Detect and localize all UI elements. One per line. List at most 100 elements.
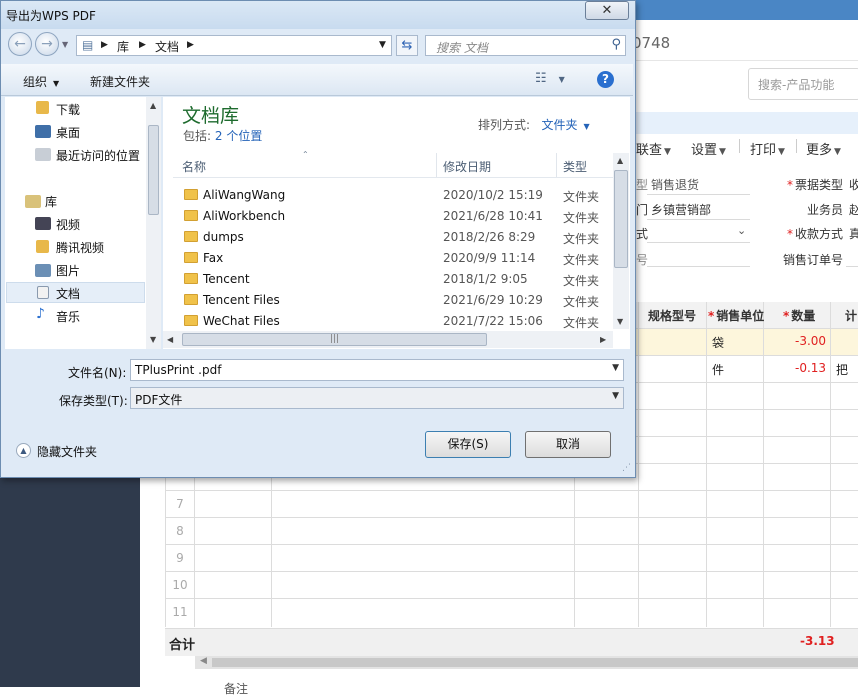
menu-settings[interactable]: 设置 ▼ xyxy=(691,139,726,158)
dialog-search-input[interactable]: 搜索 文档 ⚲ xyxy=(425,35,626,56)
file-row[interactable]: Fax 2020/9/9 11:14 文件夹 xyxy=(180,248,616,269)
column-separator[interactable] xyxy=(436,153,437,177)
nav-item-videos[interactable]: 视频 xyxy=(56,216,80,233)
folder-icon xyxy=(184,273,198,284)
nav-item-recent[interactable]: 最近访问的位置 xyxy=(56,147,140,164)
salesman-label: 业务员 xyxy=(807,203,844,217)
hide-folders-button[interactable]: 隐藏文件夹 xyxy=(37,443,97,460)
library-locations-link[interactable]: 2 个位置 xyxy=(215,129,262,143)
nav-item-documents[interactable]: 文档 xyxy=(56,285,80,302)
folder-icon xyxy=(184,252,198,263)
close-button[interactable]: ✕ xyxy=(585,1,629,20)
grid-cell-unit[interactable]: 件 xyxy=(712,361,724,378)
row-number: 11 xyxy=(172,605,188,619)
filetype-select[interactable]: PDF文件 ▼ xyxy=(130,387,624,409)
dialog-search-placeholder: 搜索 文档 xyxy=(436,41,488,55)
file-row[interactable]: Tencent 2018/1/2 9:05 文件夹 xyxy=(180,269,616,290)
organize-button[interactable]: 组织 ▼ xyxy=(23,73,59,90)
column-date[interactable]: 修改日期 xyxy=(443,158,491,175)
ticket-type-value[interactable]: 收 xyxy=(849,176,858,193)
file-date: 2018/2/26 8:29 xyxy=(443,230,536,244)
breadcrumb-item-library[interactable]: 库 xyxy=(117,38,129,55)
grid-cell-qty[interactable]: -0.13 xyxy=(795,361,826,375)
nav-scroll-thumb[interactable] xyxy=(148,125,159,215)
dept-value[interactable]: 乡镇营销部 xyxy=(651,201,711,218)
file-row[interactable]: WeChat Files 2021/7/22 15:06 文件夹 xyxy=(180,311,616,332)
voucher-type-value[interactable]: 销售退货 xyxy=(651,176,699,193)
menu-lookup[interactable]: 联查 ▼ xyxy=(636,139,671,158)
nav-item-music[interactable]: 音乐 xyxy=(56,308,80,325)
file-date: 2021/6/29 10:29 xyxy=(443,293,543,307)
file-type: 文件夹 xyxy=(563,316,600,330)
grid-scroll-thumb[interactable] xyxy=(212,658,858,667)
nav-item-pictures[interactable]: 图片 xyxy=(56,262,80,279)
column-type[interactable]: 类型 xyxy=(563,158,587,175)
col-header-qty[interactable]: * 数量 xyxy=(783,307,815,324)
grid-line xyxy=(165,490,858,491)
nav-header-libraries[interactable]: 库 xyxy=(45,193,57,210)
grid-cell-extra[interactable]: 把 xyxy=(836,361,848,378)
column-separator[interactable] xyxy=(556,153,557,177)
filename-input[interactable]: TPlusPrint .pdf ▼ xyxy=(130,359,624,381)
scroll-up-icon[interactable]: ▲ xyxy=(150,101,156,110)
third-field-label: 式 xyxy=(636,227,649,241)
column-name[interactable]: 名称 xyxy=(182,158,206,175)
scroll-up-icon[interactable]: ▲ xyxy=(617,156,623,165)
library-includes: 包括: 2 个位置 xyxy=(183,127,262,144)
col-header-extra[interactable]: 计 xyxy=(845,307,857,324)
back-button[interactable]: ← xyxy=(8,32,32,56)
file-date: 2020/9/9 11:14 xyxy=(443,251,536,265)
nav-item-downloads[interactable]: 下载 xyxy=(56,101,80,118)
help-icon[interactable]: ? xyxy=(597,71,614,88)
nav-item-desktop[interactable]: 桌面 xyxy=(56,124,80,141)
col-header-spec[interactable]: 规格型号 xyxy=(648,307,696,324)
resize-grip-icon[interactable]: ⋰ xyxy=(622,463,631,473)
payment-method-value[interactable]: 真 xyxy=(849,225,858,242)
new-folder-button[interactable]: 新建文件夹 xyxy=(90,73,150,90)
file-type: 文件夹 xyxy=(563,211,600,225)
breadcrumb-item-documents[interactable]: 文档 xyxy=(155,38,179,55)
breadcrumb-separator-icon[interactable]: ▶ xyxy=(101,40,108,50)
chevron-down-icon[interactable]: ▼ xyxy=(612,363,619,373)
file-type: 文件夹 xyxy=(563,190,600,204)
folder-icon xyxy=(184,315,198,326)
file-row[interactable]: AliWorkbench 2021/6/28 10:41 文件夹 xyxy=(180,206,616,227)
nav-item-tencent-video[interactable]: 腾讯视频 xyxy=(56,239,104,256)
scroll-left-icon[interactable]: ◀ xyxy=(200,656,207,666)
chevron-down-icon[interactable]: ▼ xyxy=(612,391,619,401)
grid-cell-unit[interactable]: 袋 xyxy=(712,334,724,351)
chevron-down-icon[interactable]: ⌄ xyxy=(737,224,746,237)
scroll-down-icon[interactable]: ▼ xyxy=(150,335,156,344)
arrange-by-dropdown[interactable]: 文件夹 xyxy=(542,118,578,132)
breadcrumb-separator-icon[interactable]: ▶ xyxy=(187,40,194,50)
salesman-value[interactable]: 赵 xyxy=(849,201,858,218)
chevron-up-icon[interactable]: ▲ xyxy=(16,443,31,458)
filename-label: 文件名(N): xyxy=(68,366,127,380)
save-button[interactable]: 保存(S) xyxy=(425,431,511,458)
view-options-button[interactable]: ☷ ▼ xyxy=(535,71,565,86)
col-header-unit[interactable]: * 销售单位 xyxy=(708,307,764,324)
file-row[interactable]: AliWangWang 2020/10/2 15:19 文件夹 xyxy=(180,185,616,206)
chevron-down-icon: ▼ xyxy=(719,147,726,157)
file-row[interactable]: dumps 2018/2/26 8:29 文件夹 xyxy=(180,227,616,248)
scroll-left-icon[interactable]: ◀ xyxy=(167,335,173,344)
recent-pages-chevron-icon[interactable]: ▼ xyxy=(62,40,68,49)
breadcrumb[interactable]: ▤ ▶ 库 ▶ 文档 ▶ ▼ xyxy=(76,35,392,56)
breadcrumb-separator-icon[interactable]: ▶ xyxy=(139,40,146,50)
file-list-scroll-thumb[interactable] xyxy=(614,170,628,268)
chevron-down-icon[interactable]: ▼ xyxy=(584,122,590,131)
menu-print[interactable]: 打印 ▼ xyxy=(750,139,785,158)
cancel-button[interactable]: 取消 xyxy=(525,431,611,458)
product-search-input[interactable]: 搜索-产品功能 xyxy=(748,68,858,100)
scroll-down-icon[interactable]: ▼ xyxy=(617,317,623,326)
grid-cell-qty[interactable]: -3.00 xyxy=(795,334,826,348)
file-list-hscroll-thumb[interactable]: ||| xyxy=(182,333,487,346)
grid-line xyxy=(706,302,707,627)
file-row[interactable]: Tencent Files 2021/6/29 10:29 文件夹 xyxy=(180,290,616,311)
forward-button[interactable]: → xyxy=(35,32,59,56)
refresh-button[interactable]: ⇆ xyxy=(396,35,418,56)
dialog-titlebar[interactable] xyxy=(1,1,635,29)
menu-more[interactable]: 更多 ▼ xyxy=(806,139,841,158)
scroll-right-icon[interactable]: ▶ xyxy=(600,335,606,344)
chevron-down-icon[interactable]: ▼ xyxy=(379,40,386,50)
